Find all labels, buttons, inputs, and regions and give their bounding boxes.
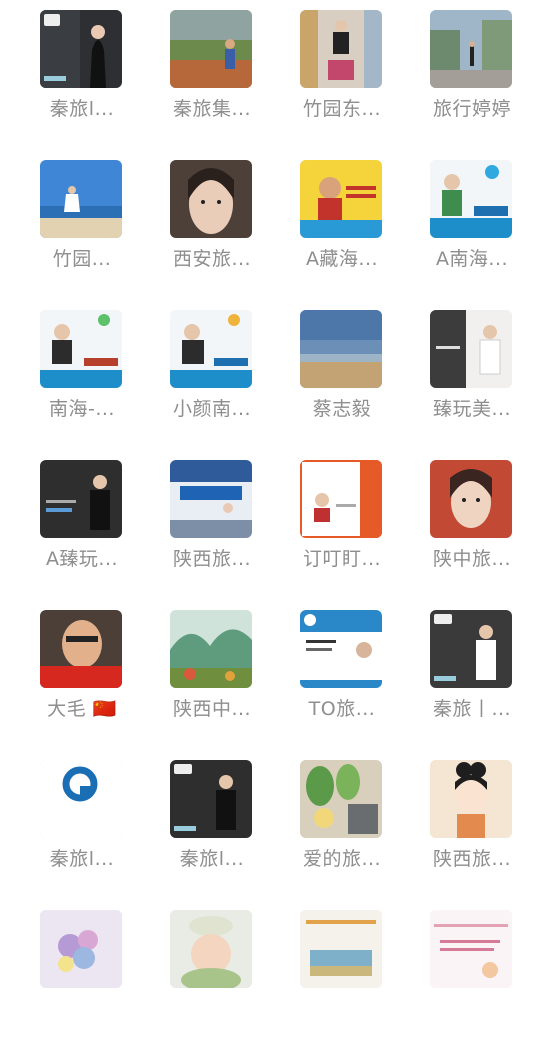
qinlv-card-avatar[interactable]: [40, 10, 122, 88]
contact-item[interactable]: 陕西中...: [147, 600, 277, 750]
contact-item[interactable]: 秦旅l...: [147, 750, 277, 900]
contact-item[interactable]: 旅行婷婷: [407, 0, 537, 150]
selfie-woman-avatar-2[interactable]: [430, 460, 512, 538]
nanhai-card-avatar[interactable]: [430, 160, 512, 238]
contact-name: 陕西旅...: [432, 848, 512, 870]
contact-name: 大毛 🇨🇳: [47, 698, 117, 720]
contact-name: 陕西中...: [172, 698, 252, 720]
qinlv-card-man-avatar[interactable]: [170, 760, 252, 838]
cartoon-girl-avatar[interactable]: [430, 760, 512, 838]
contact-item[interactable]: 大毛 🇨🇳: [17, 600, 147, 750]
contact-item[interactable]: A南海...: [407, 150, 537, 300]
contact-name: 秦旅集...: [172, 98, 252, 120]
beach-woman-avatar[interactable]: [40, 160, 122, 238]
contact-name: 蔡志毅: [312, 398, 372, 420]
shop-banner-avatar[interactable]: [170, 460, 252, 538]
leaves-collage-avatar[interactable]: [300, 760, 382, 838]
business-card-avatar[interactable]: [300, 610, 382, 688]
ding-card-avatar[interactable]: [300, 460, 382, 538]
travel-card-man-avatar[interactable]: [300, 160, 382, 238]
qinlv-logo-avatar[interactable]: [40, 760, 122, 838]
street-woman-avatar[interactable]: [430, 10, 512, 88]
contact-name: 小颜南...: [172, 398, 252, 420]
contact-name: 订叮盯...: [302, 548, 382, 570]
contact-item[interactable]: [147, 900, 277, 1050]
contact-item[interactable]: 竹园...: [17, 150, 147, 300]
scenery-card-avatar[interactable]: [300, 910, 382, 988]
contact-item[interactable]: 爱的旅...: [277, 750, 407, 900]
contact-name: 旅行婷婷: [432, 98, 511, 120]
zhenwan-card-avatar-2[interactable]: [40, 460, 122, 538]
pink-card-avatar[interactable]: [430, 910, 512, 988]
contact-name: A藏海...: [305, 248, 379, 270]
contact-name: 陕西旅...: [172, 548, 252, 570]
nanhai-card-avatar-2[interactable]: [40, 310, 122, 388]
contact-item[interactable]: [277, 900, 407, 1050]
contact-item[interactable]: 陕西旅...: [147, 450, 277, 600]
contact-item[interactable]: 秦旅l...: [17, 0, 147, 150]
contact-name: 爱的旅...: [302, 848, 382, 870]
sea-sky-avatar[interactable]: [300, 310, 382, 388]
contact-name: 秦旅丨...: [432, 698, 512, 720]
contact-item[interactable]: 陕西旅...: [407, 750, 537, 900]
contact-item[interactable]: 订叮盯...: [277, 450, 407, 600]
contact-name: 竹园东...: [302, 98, 382, 120]
contact-name: 臻玩美...: [432, 398, 512, 420]
contact-name: 秦旅l...: [49, 98, 115, 120]
contact-item[interactable]: A臻玩...: [17, 450, 147, 600]
contact-item[interactable]: 西安旅...: [147, 150, 277, 300]
contact-item[interactable]: 南海-...: [17, 300, 147, 450]
qinlv-card-avatar-2[interactable]: [430, 610, 512, 688]
baby-avatar[interactable]: [170, 910, 252, 988]
contact-name: 陕中旅...: [432, 548, 512, 570]
contact-item[interactable]: A藏海...: [277, 150, 407, 300]
flower-avatar[interactable]: [40, 910, 122, 988]
contact-name: 秦旅l...: [179, 848, 245, 870]
contact-name: A臻玩...: [45, 548, 119, 570]
travel-card-woman-avatar[interactable]: [170, 310, 252, 388]
contact-item[interactable]: 竹园东...: [277, 0, 407, 150]
landscape-painting-avatar[interactable]: [170, 610, 252, 688]
supermarket-woman-avatar[interactable]: [300, 10, 382, 88]
contact-name: TO旅...: [308, 698, 376, 720]
contact-name: A南海...: [435, 248, 509, 270]
contact-name: 南海-...: [49, 398, 115, 420]
contact-item[interactable]: 蔡志毅: [277, 300, 407, 450]
contact-item[interactable]: [17, 900, 147, 1050]
contacts-grid: 秦旅l... 秦旅集... 竹园东... 旅行婷婷竹园... 西安旅... A藏海... A…: [0, 0, 555, 1050]
contact-name: 西安旅...: [172, 248, 252, 270]
contact-item[interactable]: 秦旅l...: [17, 750, 147, 900]
zhenwan-card-avatar[interactable]: [430, 310, 512, 388]
contact-item[interactable]: 臻玩美...: [407, 300, 537, 450]
contact-item[interactable]: [407, 900, 537, 1050]
outdoor-man-avatar[interactable]: [170, 10, 252, 88]
contact-item[interactable]: 小颜南...: [147, 300, 277, 450]
contact-item[interactable]: 秦旅丨...: [407, 600, 537, 750]
china-jiayou-avatar[interactable]: [40, 610, 122, 688]
selfie-woman-avatar[interactable]: [170, 160, 252, 238]
contact-name: 竹园...: [52, 248, 112, 270]
contact-item[interactable]: 陕中旅...: [407, 450, 537, 600]
contact-item[interactable]: TO旅...: [277, 600, 407, 750]
contact-item[interactable]: 秦旅集...: [147, 0, 277, 150]
contact-name: 秦旅l...: [49, 848, 115, 870]
